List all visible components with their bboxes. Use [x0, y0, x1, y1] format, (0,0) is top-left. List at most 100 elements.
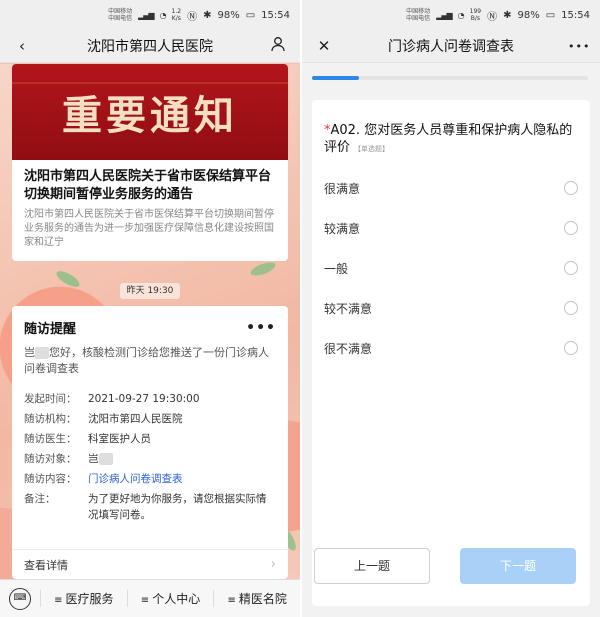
nfc-icon: Ⓝ	[187, 11, 198, 23]
network-speed: 199 B/s	[470, 8, 481, 22]
redacted-name	[98, 453, 113, 465]
view-details-label: 查看详情	[24, 558, 68, 572]
radio-button[interactable]	[564, 261, 578, 275]
question-title: *A02. 您对医务人员尊重和保护病人隐私的评价 【单选题】	[312, 100, 590, 158]
battery-text: 98%	[217, 9, 240, 21]
option-neutral[interactable]: 一般	[312, 248, 590, 288]
notice-banner: 重要通知	[12, 64, 288, 160]
status-bar: 中国移动 中国电信 ▂▄▆ ◔ 1.2 K/s Ⓝ ✱ 98% ▭ 15:54	[0, 0, 300, 30]
menu-personal-center[interactable]: ≡ 个人中心	[126, 590, 214, 607]
chat-area: 重要通知 沈阳市第四人民医院关于省市医保结算平台切换期间暂停业务服务的通告 沈阳…	[0, 64, 300, 579]
option-label: 一般	[324, 261, 349, 276]
nfc-icon: Ⓝ	[487, 11, 498, 23]
detail-row: 备注： 为了更好地为你服务，请您根据实际情况填写问卷。	[24, 489, 276, 523]
menu-icon: ≡	[54, 595, 63, 606]
wifi-icon: ◔	[457, 10, 465, 20]
battery-text: 98%	[517, 9, 540, 21]
carrier-1: 中国移动	[108, 8, 133, 15]
menu-icon: ≡	[140, 595, 150, 606]
row-key: 随访医生：	[24, 433, 77, 445]
next-question-button[interactable]: 下一题	[460, 548, 576, 584]
clock: 15:54	[561, 9, 590, 21]
keyboard-toggle[interactable]: ⌨	[0, 587, 40, 610]
page-title: 门诊病人问卷调查表	[388, 39, 514, 55]
profile-icon[interactable]	[268, 36, 288, 56]
row-value: 科室医护人员	[88, 433, 151, 445]
chat-timestamp: 昨天 19:30	[120, 283, 180, 299]
carrier-2: 中国电信	[406, 15, 431, 22]
survey-screen: 中国移动 中国电信 ▂▄▆ ◔ 199 B/s Ⓝ ✱ 98% ▭ 15:54 …	[302, 0, 600, 617]
radio-button[interactable]	[564, 301, 578, 315]
card-message: 岂您好，核酸检测门诊给您推送了一份门诊病人问卷调查表	[12, 337, 288, 377]
row-value: 沈阳市第四人民医院	[88, 413, 183, 425]
back-icon[interactable]: ‹	[12, 37, 32, 55]
notice-article-card[interactable]: 重要通知 沈阳市第四人民医院关于省市医保结算平台切换期间暂停业务服务的通告 沈阳…	[12, 64, 288, 261]
survey-body: *A02. 您对医务人员尊重和保护病人隐私的评价 【单选题】 很满意 较满意 一般…	[302, 64, 600, 617]
menu-famous-hospital[interactable]: ≡ 精医名院	[213, 590, 300, 607]
keyboard-icon: ⌨	[9, 587, 31, 610]
clock: 15:54	[261, 9, 290, 21]
option-satisfied[interactable]: 较满意	[312, 208, 590, 248]
menu-icon: ≡	[227, 595, 236, 606]
previous-question-button[interactable]: 上一题	[314, 548, 430, 584]
progress-bar	[312, 76, 588, 80]
progress-fill	[312, 76, 359, 80]
option-label: 很满意	[324, 181, 361, 196]
menu-label: 医疗服务	[65, 592, 114, 606]
nav-bar: ‹ 沈阳市第四人民医院	[0, 30, 300, 63]
option-label: 较满意	[324, 221, 361, 236]
row-key: 随访内容：	[24, 473, 77, 485]
detail-row: 随访机构： 沈阳市第四人民医院	[24, 409, 276, 429]
detail-row: 随访医生： 科室医护人员	[24, 429, 276, 449]
network-speed: 1.2 K/s	[172, 8, 182, 22]
answer-options: 很满意 较满意 一般 较不满意 很不满意	[312, 168, 590, 368]
nav-bar: ✕ 门诊病人问卷调查表 •••	[302, 30, 600, 63]
option-very-dissatisfied[interactable]: 很不满意	[312, 328, 590, 368]
option-very-satisfied[interactable]: 很满意	[312, 168, 590, 208]
view-details-button[interactable]: 查看详情 ›	[12, 549, 288, 579]
menu-label: 个人中心	[152, 592, 201, 606]
detail-row: 随访对象： 岂	[24, 449, 276, 469]
radio-button[interactable]	[564, 181, 578, 195]
option-label: 很不满意	[324, 341, 373, 356]
message-text: 您好，核酸检测门诊给您推送了一份门诊病人问卷调查表	[24, 346, 269, 375]
row-value: 岂	[88, 449, 276, 469]
carrier-names: 中国移动 中国电信	[406, 8, 430, 22]
more-options-icon[interactable]: •••	[568, 40, 589, 53]
battery-icon: ▭	[245, 9, 256, 21]
detail-rows: 发起时间： 2021-09-27 19:30:00 随访机构： 沈阳市第四人民医院 …	[12, 377, 288, 523]
notice-title: 沈阳市第四人民医院关于省市医保结算平台切换期间暂停业务服务的通告	[24, 169, 272, 202]
radio-button[interactable]	[564, 341, 578, 355]
menu-label: 精医名院	[238, 592, 287, 606]
menu-medical-services[interactable]: ≡ 医疗服务	[40, 590, 127, 607]
speed-value: 199	[469, 8, 482, 15]
decor-leaf	[54, 268, 82, 290]
row-key: 备注：	[24, 493, 56, 505]
battery-icon: ▭	[545, 9, 556, 21]
row-key: 随访机构：	[24, 413, 77, 425]
row-value: 2021-09-27 19:30:00	[88, 393, 200, 405]
signal-icon: ▂▄▆	[138, 10, 155, 20]
option-dissatisfied[interactable]: 较不满意	[312, 288, 590, 328]
survey-link[interactable]: 门诊病人问卷调查表	[88, 469, 276, 489]
row-key: 随访对象：	[24, 453, 77, 465]
speed-unit: K/s	[171, 15, 181, 22]
bluetooth-icon: ✱	[503, 9, 512, 21]
detail-row: 随访内容： 门诊病人问卷调查表	[24, 469, 276, 489]
followup-reminder-card[interactable]: 随访提醒 ••• 岂您好，核酸检测门诊给您推送了一份门诊病人问卷调查表 发起时间…	[12, 306, 288, 579]
page-title: 沈阳市第四人民医院	[87, 39, 213, 55]
more-options-icon[interactable]: •••	[246, 320, 276, 336]
card-title: 随访提醒	[24, 322, 77, 337]
question-card: *A02. 您对医务人员尊重和保护病人隐私的评价 【单选题】 很满意 较满意 一般…	[312, 100, 590, 606]
row-value: 为了更好地为你服务，请您根据实际情况填写问卷。	[88, 493, 267, 521]
bottom-menu-bar: ⌨ ≡ 医疗服务 ≡ 个人中心 ≡ 精医名院	[0, 579, 300, 617]
carrier-1: 中国移动	[406, 8, 431, 15]
option-label: 较不满意	[324, 301, 373, 316]
status-bar: 中国移动 中国电信 ▂▄▆ ◔ 199 B/s Ⓝ ✱ 98% ▭ 15:54	[302, 0, 600, 30]
signal-icon: ▂▄▆	[436, 10, 453, 20]
carrier-names: 中国移动 中国电信	[108, 8, 132, 22]
close-icon[interactable]: ✕	[314, 37, 334, 55]
radio-button[interactable]	[564, 221, 578, 235]
decor-leaf	[249, 259, 277, 279]
notice-description: 沈阳市第四人民医院关于省市医保结算平台切换期间暂停业务服务的通告为进一步加强医疗…	[24, 209, 274, 248]
